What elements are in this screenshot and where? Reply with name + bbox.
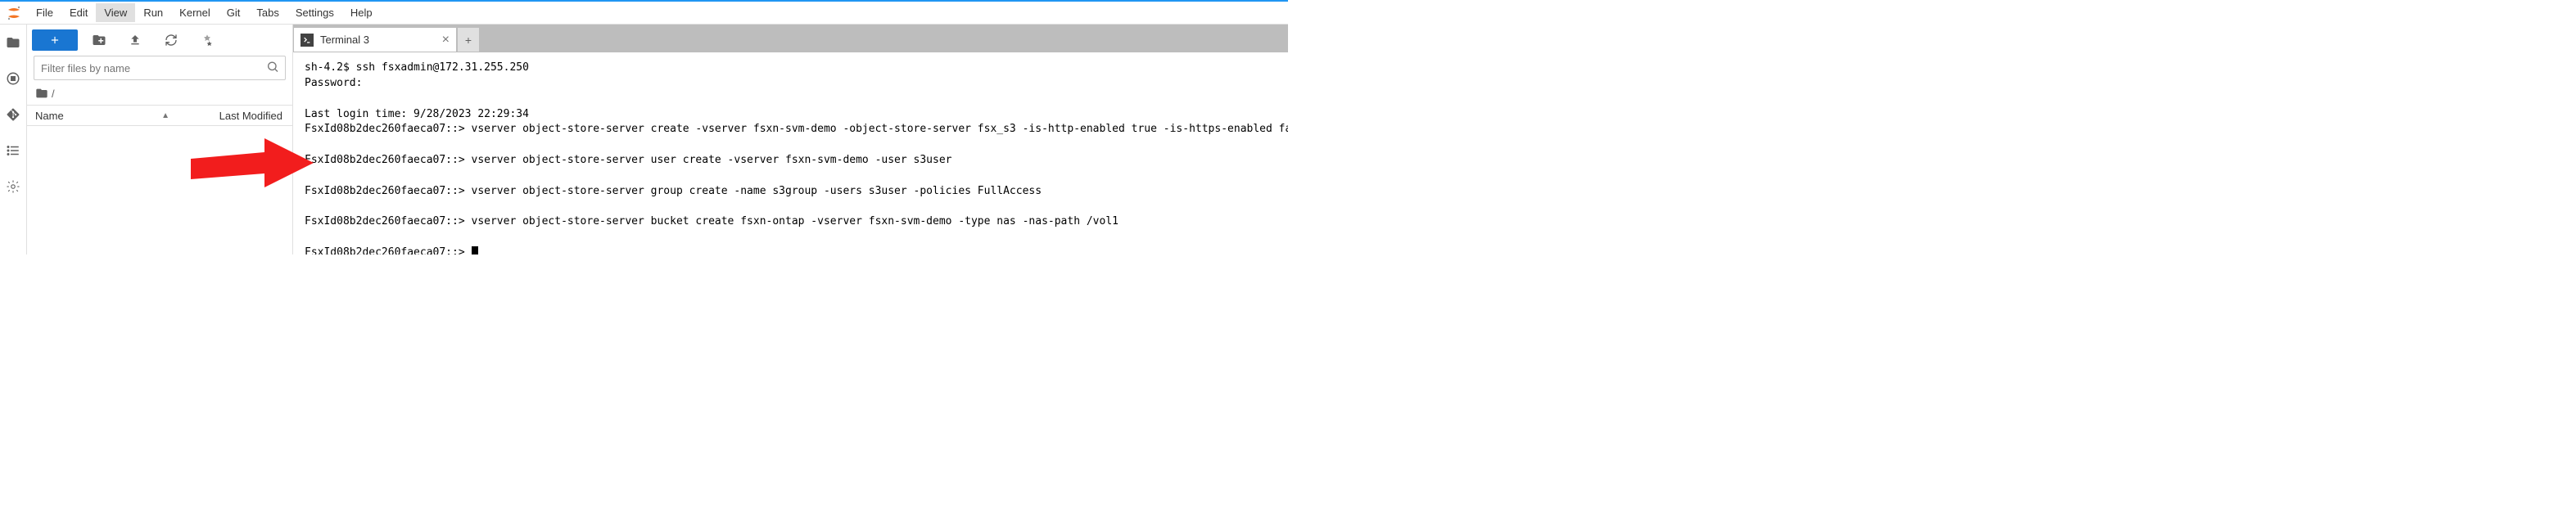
column-modified[interactable]: Last Modified (186, 110, 292, 122)
sort-caret-icon: ▲ (161, 111, 169, 120)
new-folder-button[interactable] (84, 29, 114, 51)
refresh-button[interactable] (156, 29, 186, 51)
breadcrumb[interactable]: / (27, 85, 292, 105)
file-list-header: Name ▲ Last Modified (27, 105, 292, 126)
folder-icon (35, 87, 48, 100)
menu-file[interactable]: File (28, 3, 61, 22)
file-list (27, 126, 292, 254)
activity-bar (0, 25, 27, 254)
terminal-line: Password: (305, 77, 362, 89)
menubar: File Edit View Run Kernel Git Tabs Setti… (0, 2, 1288, 25)
terminal-line: FsxId08b2dec260faeca07::> vserver object… (305, 123, 1288, 135)
terminal-line: FsxId08b2dec260faeca07::> vserver object… (305, 215, 1119, 227)
file-toolbar (27, 25, 292, 56)
terminal-line: Last login time: 9/28/2023 22:29:34 (305, 108, 529, 120)
menu-edit[interactable]: Edit (61, 3, 96, 22)
git-icon[interactable] (5, 106, 21, 123)
close-icon[interactable]: × (442, 33, 450, 47)
menu-tabs[interactable]: Tabs (248, 3, 287, 22)
terminal-line: FsxId08b2dec260faeca07::> vserver object… (305, 154, 952, 166)
terminal-cursor (472, 246, 478, 254)
running-icon[interactable] (5, 70, 21, 87)
menu-kernel[interactable]: Kernel (171, 3, 219, 22)
new-launcher-button[interactable] (32, 29, 78, 51)
column-name[interactable]: Name ▲ (27, 110, 186, 122)
terminal-line: sh-4.2$ ssh fsxadmin@172.31.255.250 (305, 61, 529, 74)
tab-label: Terminal 3 (320, 34, 369, 46)
terminal-icon (301, 34, 314, 47)
folder-icon[interactable] (5, 34, 21, 51)
terminal-line: FsxId08b2dec260faeca07::> vserver object… (305, 185, 1042, 197)
terminal-output[interactable]: sh-4.2$ ssh fsxadmin@172.31.255.250 Pass… (293, 52, 1288, 254)
jupyter-logo (5, 4, 23, 22)
tab-terminal[interactable]: Terminal 3 × (293, 27, 457, 52)
filter-input[interactable] (34, 56, 286, 80)
menu-git[interactable]: Git (219, 3, 249, 22)
menu-help[interactable]: Help (342, 3, 381, 22)
add-tab-button[interactable]: + (457, 27, 480, 52)
file-browser: / Name ▲ Last Modified (27, 25, 293, 254)
extension-icon[interactable] (5, 178, 21, 195)
tab-bar: Terminal 3 × + (293, 25, 1288, 52)
search-icon (266, 61, 279, 76)
main-content: Terminal 3 × + sh-4.2$ ssh fsxadmin@172.… (293, 25, 1288, 254)
menu-run[interactable]: Run (135, 3, 171, 22)
toc-icon[interactable] (5, 142, 21, 159)
git-toolbar-icon[interactable] (192, 29, 222, 51)
upload-button[interactable] (120, 29, 150, 51)
terminal-line: FsxId08b2dec260faeca07::> (305, 246, 472, 254)
menu-settings[interactable]: Settings (287, 3, 342, 22)
menu-view[interactable]: View (96, 3, 135, 22)
breadcrumb-path: / (52, 88, 55, 100)
